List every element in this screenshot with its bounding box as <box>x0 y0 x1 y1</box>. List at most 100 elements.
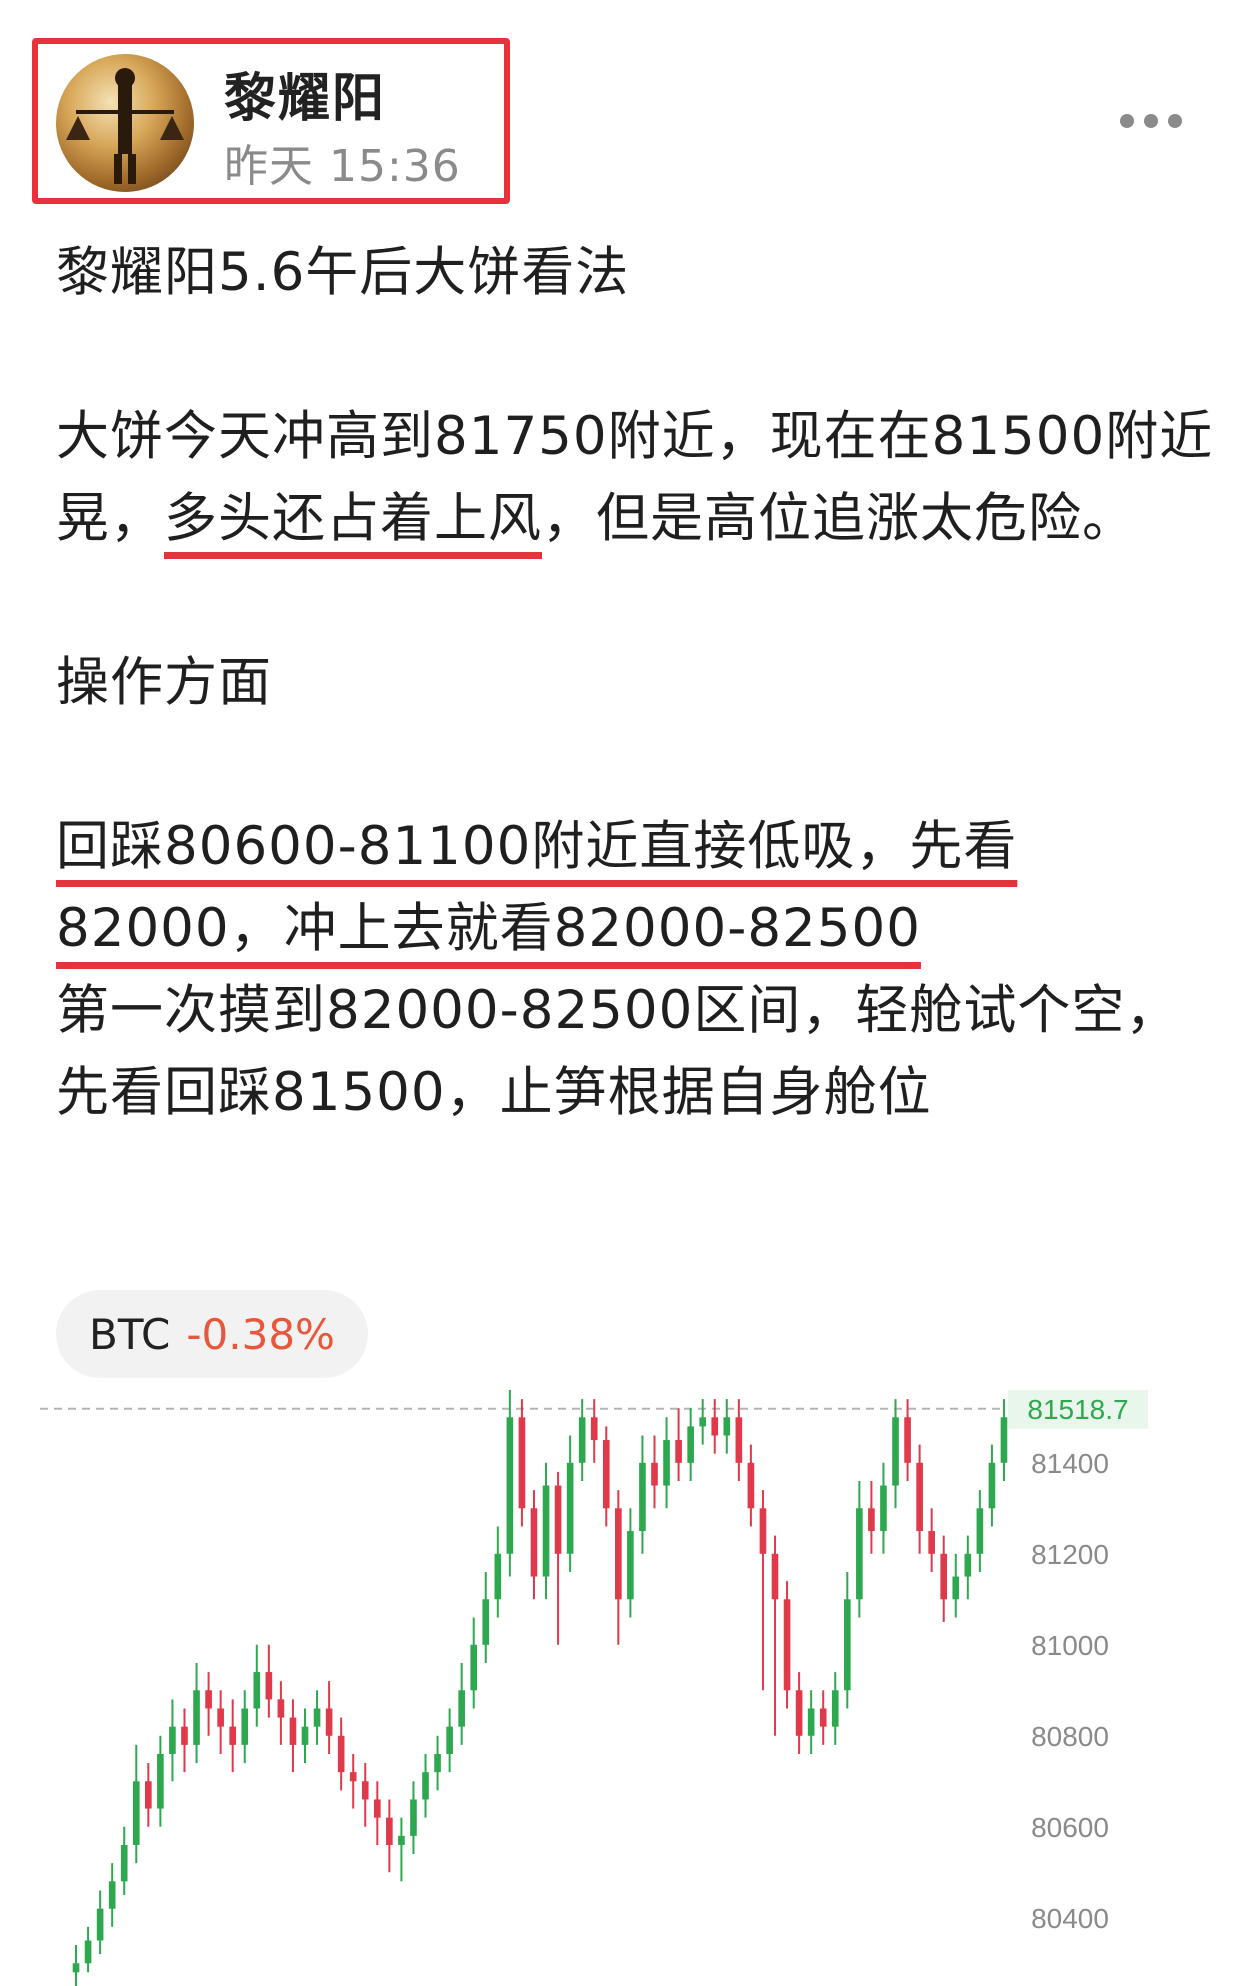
candle-body <box>84 1940 92 1964</box>
post-timestamp: 昨天 15:36 <box>224 141 461 192</box>
candle-body <box>193 1690 200 1745</box>
candle-body <box>1000 1417 1008 1463</box>
post-body: 黎耀阳5.6午后大饼看法 大饼今天冲高到81750附近，现在在81500附近晃，… <box>56 232 1216 1134</box>
candle-body <box>711 1417 719 1436</box>
candle-body <box>422 1772 429 1800</box>
candle-body <box>904 1417 911 1463</box>
candle-body <box>229 1726 237 1745</box>
candle-body <box>675 1440 682 1463</box>
candle-body <box>530 1508 538 1577</box>
candle-body <box>458 1690 465 1727</box>
candle-body <box>289 1717 297 1745</box>
candle-body <box>759 1508 767 1554</box>
ticker-symbol: BTC <box>89 1309 171 1359</box>
candle-body <box>157 1753 164 1809</box>
post-title: 黎耀阳5.6午后大饼看法 <box>56 242 630 303</box>
candle-body <box>783 1599 791 1691</box>
candle-body <box>434 1753 441 1773</box>
candle-body <box>880 1485 887 1532</box>
candle-body <box>663 1440 670 1486</box>
more-dots-icon <box>1120 114 1134 128</box>
candlestick-chart: 81400 81200 81000 80800 80600 80400 81518.7 <box>40 1390 1148 1986</box>
candle-body <box>470 1644 478 1691</box>
y-tick-label: 80800 <box>1031 1721 1109 1752</box>
avatar[interactable] <box>56 54 194 192</box>
current-price-label: 81518.7 <box>1027 1394 1128 1425</box>
candle-body <box>386 1817 393 1845</box>
candle-body <box>542 1485 550 1577</box>
section-heading: 操作方面 <box>56 652 272 713</box>
y-tick-label: 81000 <box>1031 1630 1109 1661</box>
candle-body <box>361 1781 369 1800</box>
username[interactable]: 黎耀阳 <box>224 56 386 131</box>
candle-body <box>277 1699 285 1718</box>
candle-body <box>265 1672 273 1700</box>
candle-body <box>819 1708 827 1727</box>
candle-body <box>313 1708 321 1727</box>
candle-body <box>72 1963 80 1973</box>
candle-body <box>807 1708 815 1736</box>
candle-body <box>747 1462 755 1509</box>
candle-body <box>723 1417 731 1436</box>
candle-body <box>627 1531 634 1600</box>
candle-body <box>518 1417 526 1509</box>
candle-body <box>410 1799 417 1836</box>
candle-body <box>301 1726 309 1745</box>
candle-body <box>831 1690 839 1727</box>
candle-body <box>566 1462 574 1554</box>
post-paragraph-3: 第一次摸到82000-82500区间，轻舱试个空，先看回踩81500，止笋根据自… <box>56 980 1180 1123</box>
candle-body <box>639 1462 646 1532</box>
candle-body <box>145 1781 152 1809</box>
y-tick-label: 80400 <box>1031 1903 1109 1934</box>
underlined-text: 回踩80600-81100附近直接低吸，先看82000，冲上去就看82000-8… <box>56 816 1018 959</box>
candle-body <box>699 1417 707 1427</box>
candle-body <box>506 1417 514 1554</box>
candle-body <box>892 1417 899 1486</box>
candle-body <box>602 1440 610 1509</box>
candle-body <box>494 1553 502 1600</box>
candle-body <box>169 1726 176 1754</box>
candle-body <box>735 1417 743 1463</box>
candle-body <box>217 1708 224 1727</box>
candle-body <box>952 1576 960 1600</box>
candle-body <box>373 1799 381 1818</box>
candle-body <box>241 1708 249 1745</box>
candle-body <box>108 1881 116 1909</box>
candle-body <box>590 1417 598 1441</box>
candle-body <box>446 1726 453 1754</box>
post-paragraph-2: 回踩80600-81100附近直接低吸，先看82000，冲上去就看82000-8… <box>56 806 1216 970</box>
candle-body <box>325 1708 333 1736</box>
candle-body <box>132 1781 140 1845</box>
underlined-text: 多头还占着上风 <box>164 488 542 549</box>
candle-body <box>988 1462 996 1509</box>
candle-body <box>940 1553 948 1600</box>
candle-body <box>253 1672 261 1709</box>
more-options-button[interactable] <box>1120 108 1192 134</box>
candle-body <box>795 1690 803 1736</box>
candle-body <box>337 1735 345 1773</box>
candle-body <box>205 1690 212 1709</box>
candle-body <box>615 1508 622 1600</box>
ticker-chip[interactable]: BTC -0.38% <box>56 1290 368 1378</box>
candle-body <box>976 1508 984 1554</box>
post-paragraph-1: 大饼今天冲高到81750附近，现在在81500附近晃，多头还占着上风，但是高位追… <box>56 406 1214 549</box>
candle-body <box>928 1531 935 1554</box>
candle-body <box>554 1485 562 1554</box>
candle-body <box>181 1726 188 1745</box>
post-header: 黎耀阳 昨天 15:36 <box>32 38 510 204</box>
y-tick-label: 80600 <box>1031 1812 1109 1843</box>
candle-body <box>651 1462 658 1486</box>
candle-body <box>96 1908 104 1941</box>
candle-body <box>916 1462 923 1532</box>
avatar-person-scales-icon <box>66 68 184 184</box>
y-tick-label: 81200 <box>1031 1539 1109 1570</box>
ticker-change: -0.38% <box>186 1309 335 1359</box>
candle-body <box>578 1417 586 1463</box>
candle-body <box>120 1844 128 1882</box>
candle-body <box>843 1599 851 1691</box>
candle-body <box>398 1835 405 1845</box>
candle-body <box>349 1772 357 1782</box>
candle-body <box>868 1508 875 1532</box>
price-chart[interactable]: 81400 81200 81000 80800 80600 80400 81518.7 <box>40 1390 1240 1986</box>
y-tick-label: 81400 <box>1031 1448 1109 1479</box>
